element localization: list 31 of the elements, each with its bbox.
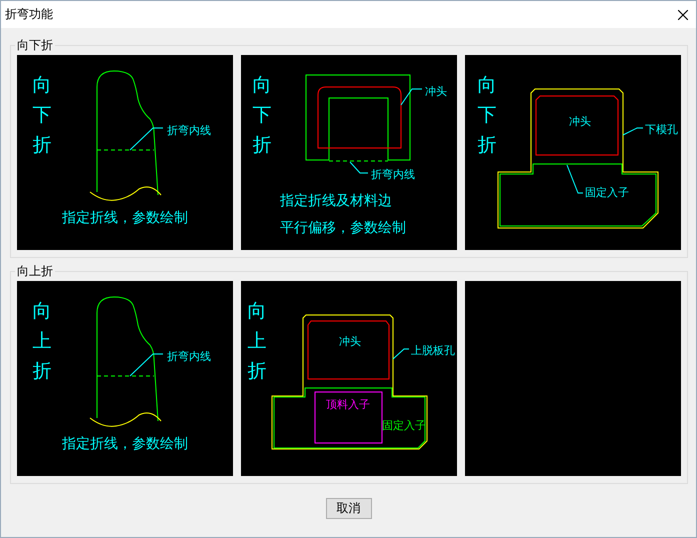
window-title: 折弯功能 [5,6,53,23]
leader-line [130,354,164,376]
direction-label: 向下折 [478,74,496,156]
group-title: 向下折 [15,38,55,53]
leader-line [392,348,410,360]
part-label: 顶料入子 [326,398,370,411]
part-label: 固定入子 [585,186,629,199]
part-label: 下模孔 [645,123,678,136]
part-label: 冲头 [569,115,591,128]
direction-label: 向上折 [248,300,266,382]
caption-text: 指定折线，参数绘制 [62,210,188,226]
cancel-button[interactable]: 取消 [326,498,372,519]
caption-text: 指定折线及材料边 平行偏移，参数绘制 [280,193,406,236]
leader-line [622,128,644,136]
leader-line [130,128,164,150]
leader-line [566,164,584,194]
group-title: 向上折 [15,264,55,279]
direction-label: 向下折 [252,74,272,156]
direction-label: 向上折 [32,300,52,382]
part-label: 冲头 [339,335,361,348]
leader-line [400,88,422,106]
part-label: 冲头 [425,85,447,98]
caption-text: 指定折线，参数绘制 [62,436,188,452]
close-icon[interactable] [678,10,688,20]
part-label: 折弯内线 [371,168,415,181]
part-label: 折弯内线 [167,124,211,137]
part-label: 折弯内线 [167,350,211,363]
part-label: 固定入子 [382,419,426,432]
leader-line [350,162,368,174]
part-label: 上脱板孔 [411,344,455,357]
direction-label: 向下折 [32,74,52,156]
